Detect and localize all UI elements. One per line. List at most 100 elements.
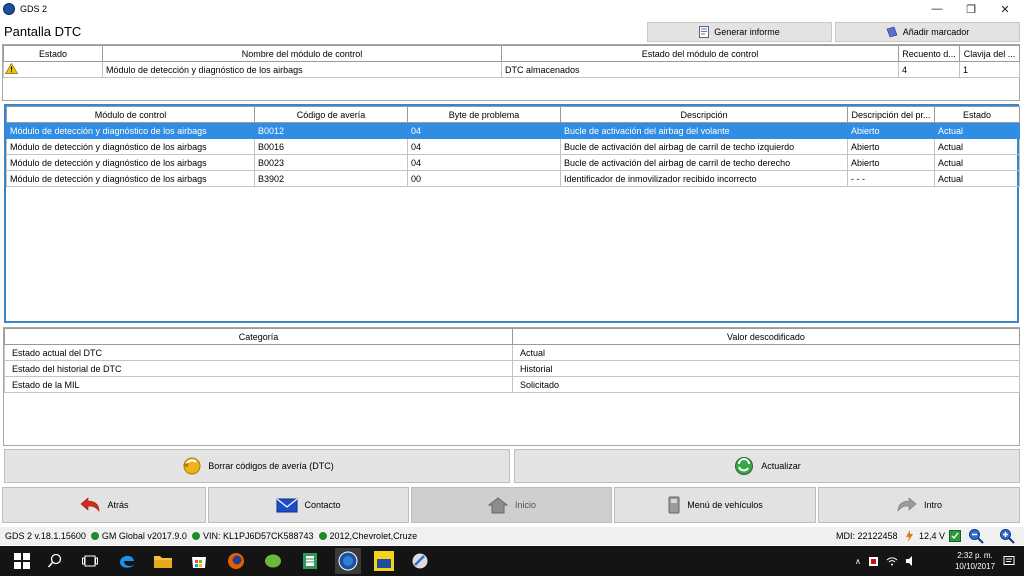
edge-browser-icon[interactable] <box>117 551 137 571</box>
table-row[interactable]: Estado actual del DTC Actual <box>4 344 1020 361</box>
power-bolt-icon <box>906 530 913 542</box>
table-row[interactable]: Módulo de detección y diagnóstico de los… <box>6 154 1020 171</box>
zoom-out-icon[interactable] <box>968 528 984 544</box>
table-row[interactable]: Módulo de detección y diagnóstico de los… <box>3 61 1020 78</box>
gds-app-icon <box>3 3 15 15</box>
category-cell: Estado del historial de DTC <box>4 360 513 377</box>
page-title: Pantalla DTC <box>4 24 82 39</box>
column-header-count[interactable]: Recuento d... <box>898 45 960 62</box>
column-header-pin[interactable]: Clavija del ... <box>959 45 1020 62</box>
tech2win-icon[interactable] <box>371 548 397 574</box>
column-header-category[interactable]: Categoría <box>4 328 513 345</box>
column-header-module-state[interactable]: Estado del módulo de control <box>501 45 899 62</box>
clear-dtc-button[interactable]: Borrar códigos de avería (DTC) <box>4 449 510 483</box>
chevron-up-icon[interactable]: ∧ <box>855 557 861 566</box>
column-header-description[interactable]: Descripción <box>560 106 848 123</box>
clock[interactable]: 2:32 p. m. 10/10/2017 <box>955 546 995 576</box>
column-header-control-module[interactable]: Módulo de control <box>6 106 255 123</box>
clock-date: 10/10/2017 <box>954 562 996 571</box>
status-cell: Actual <box>934 154 1020 171</box>
clear-dtc-label: Borrar códigos de avería (DTC) <box>208 461 334 471</box>
window-title: GDS 2 <box>20 4 48 14</box>
table-row[interactable]: Módulo de detección y diagnóstico de los… <box>6 138 1020 155</box>
pin-cell: 1 <box>959 61 1020 78</box>
table-row[interactable]: Módulo de detección y diagnóstico de los… <box>6 122 1020 139</box>
control-module-panel: Estado Nombre del módulo de control Esta… <box>2 44 1020 101</box>
windows-start-icon[interactable] <box>12 551 32 571</box>
decoded-status-panel: Categoría Valor descodificado Estado act… <box>3 327 1020 446</box>
contact-button[interactable]: Contacto <box>208 487 409 523</box>
wifi-icon[interactable] <box>886 556 898 566</box>
voltage-text: 12,4 V <box>919 531 946 541</box>
generate-report-button[interactable]: Generar informe <box>647 22 832 42</box>
intro-button[interactable]: Intro <box>818 487 1020 523</box>
home-button[interactable]: Inicio <box>411 487 612 523</box>
dtc-table: Módulo de control Código de avería Byte … <box>6 106 1020 187</box>
firefox-icon[interactable] <box>226 551 246 571</box>
description-cell: Bucle de activación del airbag de carril… <box>560 138 848 155</box>
spreadsheet-app-icon[interactable] <box>300 551 320 571</box>
column-header-module-name[interactable]: Nombre del módulo de control <box>102 45 502 62</box>
code-cell: B0016 <box>254 138 408 155</box>
byte-cell: 04 <box>407 122 561 139</box>
bookmark-icon <box>886 26 898 38</box>
byte-cell: 04 <box>407 154 561 171</box>
table-row[interactable]: Estado del historial de DTC Historial <box>4 360 1020 377</box>
back-arrow-icon <box>81 497 100 512</box>
store-icon[interactable] <box>189 551 209 571</box>
module-cell: Módulo de detección y diagnóstico de los… <box>6 170 255 187</box>
fault-description-cell: Abierto <box>847 138 935 155</box>
system-tray: ∧ <box>855 546 925 576</box>
control-module-table: Estado Nombre del módulo de control Esta… <box>3 45 1020 78</box>
column-header-decoded-value[interactable]: Valor descodificado <box>512 328 1020 345</box>
vehicles-menu-label: Menú de vehículos <box>687 500 763 510</box>
task-view-icon[interactable] <box>80 551 100 571</box>
volume-icon[interactable] <box>905 556 916 566</box>
gds-taskbar-icon[interactable] <box>335 548 361 574</box>
add-bookmark-button[interactable]: Añadir marcador <box>835 22 1020 42</box>
security-icon[interactable] <box>868 556 879 567</box>
column-header-byte[interactable]: Byte de problema <box>407 106 561 123</box>
contact-label: Contacto <box>304 500 341 510</box>
diagnostic-tool-icon[interactable] <box>410 551 430 571</box>
dtc-count-cell: 4 <box>898 61 960 78</box>
status-cell: Actual <box>934 170 1020 187</box>
warning-icon <box>4 62 19 74</box>
status-cell: Actual <box>934 122 1020 139</box>
add-bookmark-label: Añadir marcador <box>902 27 970 37</box>
fault-description-cell: - - - <box>847 170 935 187</box>
column-header-code[interactable]: Código de avería <box>254 106 408 123</box>
back-button[interactable]: Atrás <box>2 487 206 523</box>
column-header-state[interactable]: Estado <box>3 45 103 62</box>
description-cell: Identificador de inmovilizador recibido … <box>560 170 848 187</box>
notifications-icon[interactable] <box>1003 546 1017 576</box>
vehicle-menu-icon <box>668 496 680 514</box>
maximize-button[interactable]: ❐ <box>954 0 988 18</box>
refresh-button[interactable]: Actualizar <box>514 449 1020 483</box>
home-icon <box>487 497 509 514</box>
value-cell: Historial <box>512 360 1020 377</box>
table-row[interactable]: Módulo de detección y diagnóstico de los… <box>6 170 1020 187</box>
module-cell: Módulo de detección y diagnóstico de los… <box>6 154 255 171</box>
minimize-button[interactable]: — <box>920 0 954 18</box>
status-cell: Actual <box>934 138 1020 155</box>
close-button[interactable]: ✕ <box>988 0 1022 18</box>
taskbar: ∧ 2:32 p. m. 10/10/2017 <box>0 546 1024 576</box>
gm-global-text: GM Global v2017.9.0 <box>101 531 187 541</box>
vehicles-menu-button[interactable]: Menú de vehículos <box>614 487 816 523</box>
column-header-status[interactable]: Estado <box>934 106 1020 123</box>
title-bar: GDS 2 — ❐ ✕ <box>0 0 1024 18</box>
vin-status-icon <box>191 532 200 540</box>
envelope-icon <box>276 498 298 512</box>
table-row[interactable]: Estado de la MIL Solicitado <box>4 376 1020 393</box>
module-state-cell: DTC almacenados <box>501 61 899 78</box>
status-bar: GDS 2 v.18.1.15600 GM Global v2017.9.0 V… <box>0 527 1024 545</box>
chat-app-icon[interactable] <box>263 551 283 571</box>
fault-description-cell: Abierto <box>847 154 935 171</box>
code-cell: B3902 <box>254 170 408 187</box>
file-explorer-icon[interactable] <box>153 551 173 571</box>
search-icon[interactable] <box>45 551 65 571</box>
zoom-in-icon[interactable] <box>999 528 1015 544</box>
refresh-label: Actualizar <box>761 461 801 471</box>
column-header-fault-description[interactable]: Descripción del pr... <box>847 106 935 123</box>
